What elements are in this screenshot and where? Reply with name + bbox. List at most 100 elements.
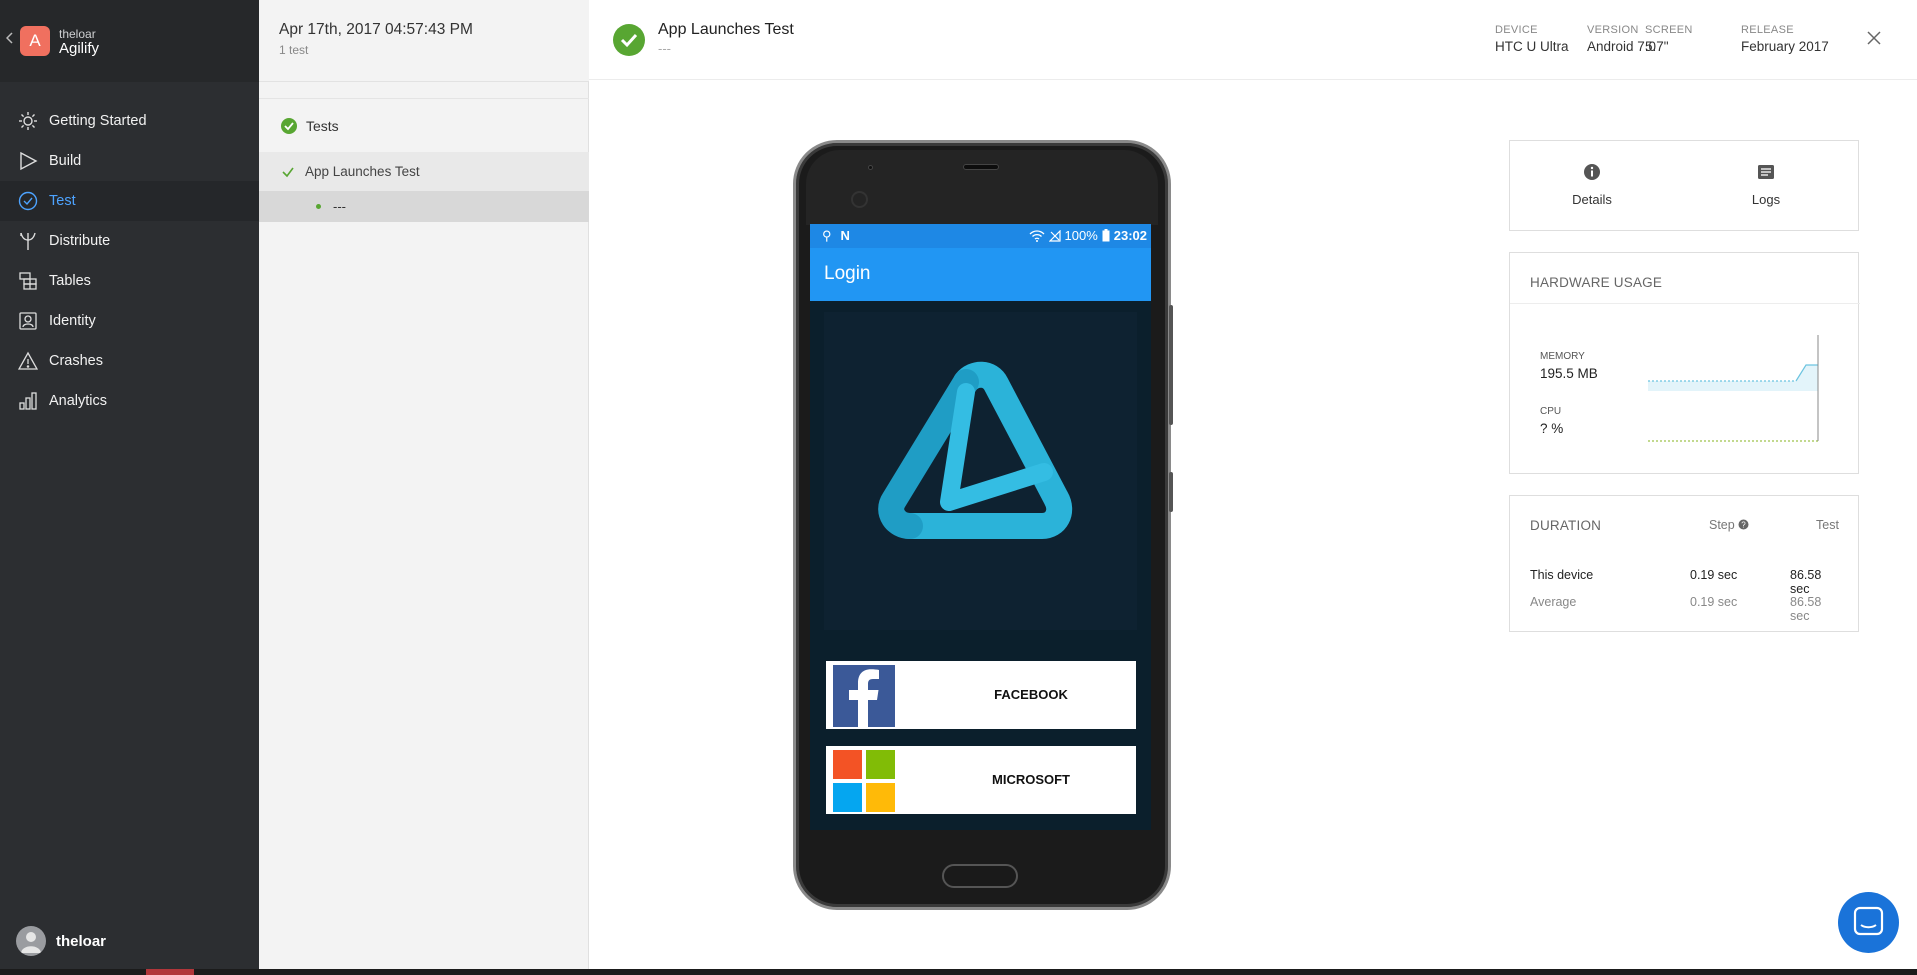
sidebar-item-label: Build (49, 153, 82, 169)
test-run-header: Apr 17th, 2017 04:57:43 PM 1 test (259, 0, 589, 82)
chat-button[interactable] (1838, 892, 1899, 953)
step-status-dot (316, 204, 321, 209)
chevron-left-icon[interactable] (6, 32, 14, 44)
tests-group[interactable]: Tests (259, 111, 589, 141)
test-run-date: Apr 17th, 2017 04:57:43 PM (279, 21, 473, 38)
sidebar-item-label: Analytics (49, 393, 108, 409)
test-header: App Launches Test --- DEVICE HTC U Ultra… (589, 0, 1917, 80)
checkmark-icon (282, 167, 294, 177)
sidebar-item-label: Distribute (49, 233, 111, 249)
phone-side-key (1169, 472, 1173, 512)
facebook-login-label: FACEBOOK (994, 687, 1068, 702)
test-item[interactable]: App Launches Test (259, 152, 589, 191)
phone-home-button (942, 864, 1018, 888)
phone-side-key (1169, 305, 1173, 425)
duration-row-label: Average (1530, 595, 1577, 609)
wifi-icon (1029, 229, 1044, 242)
tab-label: Logs (1751, 192, 1781, 207)
meta-key: SCREEN (1645, 24, 1693, 36)
signal-icon (1048, 229, 1061, 242)
os-taskbar (0, 969, 1917, 975)
sidebar-nav: Getting Started Build Test Distribute Ta… (0, 101, 259, 421)
sidebar-item-crashes[interactable]: Crashes (0, 341, 259, 381)
facebook-icon (833, 665, 895, 727)
hardware-usage-card: HARDWARE USAGE MEMORY 195.5 MB CPU ? % (1509, 252, 1860, 474)
success-icon (613, 24, 645, 56)
clock: 23:02 (1113, 228, 1147, 243)
device-meta: DEVICE HTC U Ultra (1495, 24, 1569, 54)
page-subtitle: --- (658, 41, 671, 56)
agilify-logo-icon (878, 361, 1073, 539)
sidebar-item-build[interactable]: Build (0, 141, 259, 181)
info-icon (1584, 164, 1600, 180)
sidebar-item-distribute[interactable]: Distribute (0, 221, 259, 261)
taskbar-app-indicator[interactable] (146, 969, 194, 975)
sun-icon (19, 112, 37, 130)
logs-icon (1758, 165, 1774, 179)
sidebar-item-tables[interactable]: Tables (0, 261, 259, 301)
android-status-bar: ⚲ N 100% 23:02 (810, 224, 1151, 248)
facebook-login-button[interactable]: FACEBOOK (826, 661, 1136, 729)
app-avatar: A (20, 26, 50, 56)
fork-icon (20, 232, 36, 250)
step-duration: 0.19 sec (1690, 595, 1738, 609)
chat-icon (1853, 906, 1884, 936)
battery-icon (1102, 229, 1110, 242)
sidebar-item-test[interactable]: Test (0, 181, 259, 221)
release-meta: RELEASE February 2017 (1741, 24, 1829, 54)
nfc-icon: N (840, 228, 850, 243)
screen-meta: SCREEN 5.7" (1645, 24, 1693, 54)
step-item-label: --- (333, 199, 346, 214)
help-icon[interactable]: ? (1738, 519, 1749, 530)
app-switcher[interactable]: A theloar Agilify (0, 0, 259, 82)
meta-value: February 2017 (1741, 39, 1829, 54)
tests-panel: Apr 17th, 2017 04:57:43 PM 1 test Tests … (259, 0, 589, 975)
meta-key: DEVICE (1495, 24, 1538, 36)
sidebar-item-label: Crashes (49, 353, 103, 369)
device-screenshot: ⚲ N 100% 23:02 Login FACEBOOK MICROSOFT (810, 224, 1151, 830)
success-icon (281, 118, 297, 134)
table-icon (19, 272, 37, 290)
user-name: theloar (56, 932, 107, 950)
microsoft-icon (833, 750, 895, 812)
memory-sparkline (1648, 335, 1819, 442)
step-duration: 0.19 sec (1690, 568, 1738, 582)
inspector-tabs: Details Logs (1509, 140, 1859, 231)
sidebar-item-label: Tables (49, 273, 91, 289)
close-icon[interactable] (1866, 30, 1882, 46)
memory-label: MEMORY (1540, 351, 1585, 362)
sidebar-item-label: Getting Started (49, 113, 147, 129)
test-item-label: App Launches Test (305, 164, 420, 179)
user-icon (21, 932, 41, 953)
card-title: HARDWARE USAGE (1530, 275, 1663, 290)
warning-icon (18, 351, 38, 370)
sidebar-item-label: Identity (49, 313, 96, 329)
tests-group-label: Tests (306, 118, 339, 134)
sidebar: A theloar Agilify Getting Started Build … (0, 0, 259, 975)
meta-value: 5.7" (1645, 39, 1669, 54)
step-column-header: Step ? (1709, 518, 1749, 532)
sidebar-item-analytics[interactable]: Analytics (0, 381, 259, 421)
usb-icon: ⚲ (822, 228, 832, 243)
phone-front-camera (851, 191, 868, 208)
cpu-label: CPU (1540, 406, 1562, 417)
sidebar-item-label: Test (49, 193, 76, 209)
sidebar-item-identity[interactable]: Identity (0, 301, 259, 341)
card-title: DURATION (1530, 518, 1602, 533)
microsoft-login-button[interactable]: MICROSOFT (826, 746, 1136, 814)
sidebar-item-getting-started[interactable]: Getting Started (0, 101, 259, 141)
step-item[interactable]: --- (259, 191, 589, 222)
tab-details[interactable]: Details (1532, 163, 1652, 207)
meta-value: HTC U Ultra (1495, 39, 1569, 54)
tab-label: Details (1572, 192, 1612, 207)
divider (259, 98, 589, 99)
memory-value: 195.5 MB (1540, 366, 1598, 381)
battery-percent: 100% (1064, 228, 1098, 243)
user-menu[interactable]: theloar (16, 926, 106, 956)
microsoft-login-label: MICROSOFT (992, 772, 1070, 787)
duration-card: DURATION Step ? Test This device 0.19 se… (1509, 495, 1859, 632)
test-duration: 86.58 sec (1790, 568, 1822, 596)
bar-chart-icon (19, 392, 37, 410)
divider (1510, 303, 1860, 304)
tab-logs[interactable]: Logs (1706, 163, 1826, 207)
